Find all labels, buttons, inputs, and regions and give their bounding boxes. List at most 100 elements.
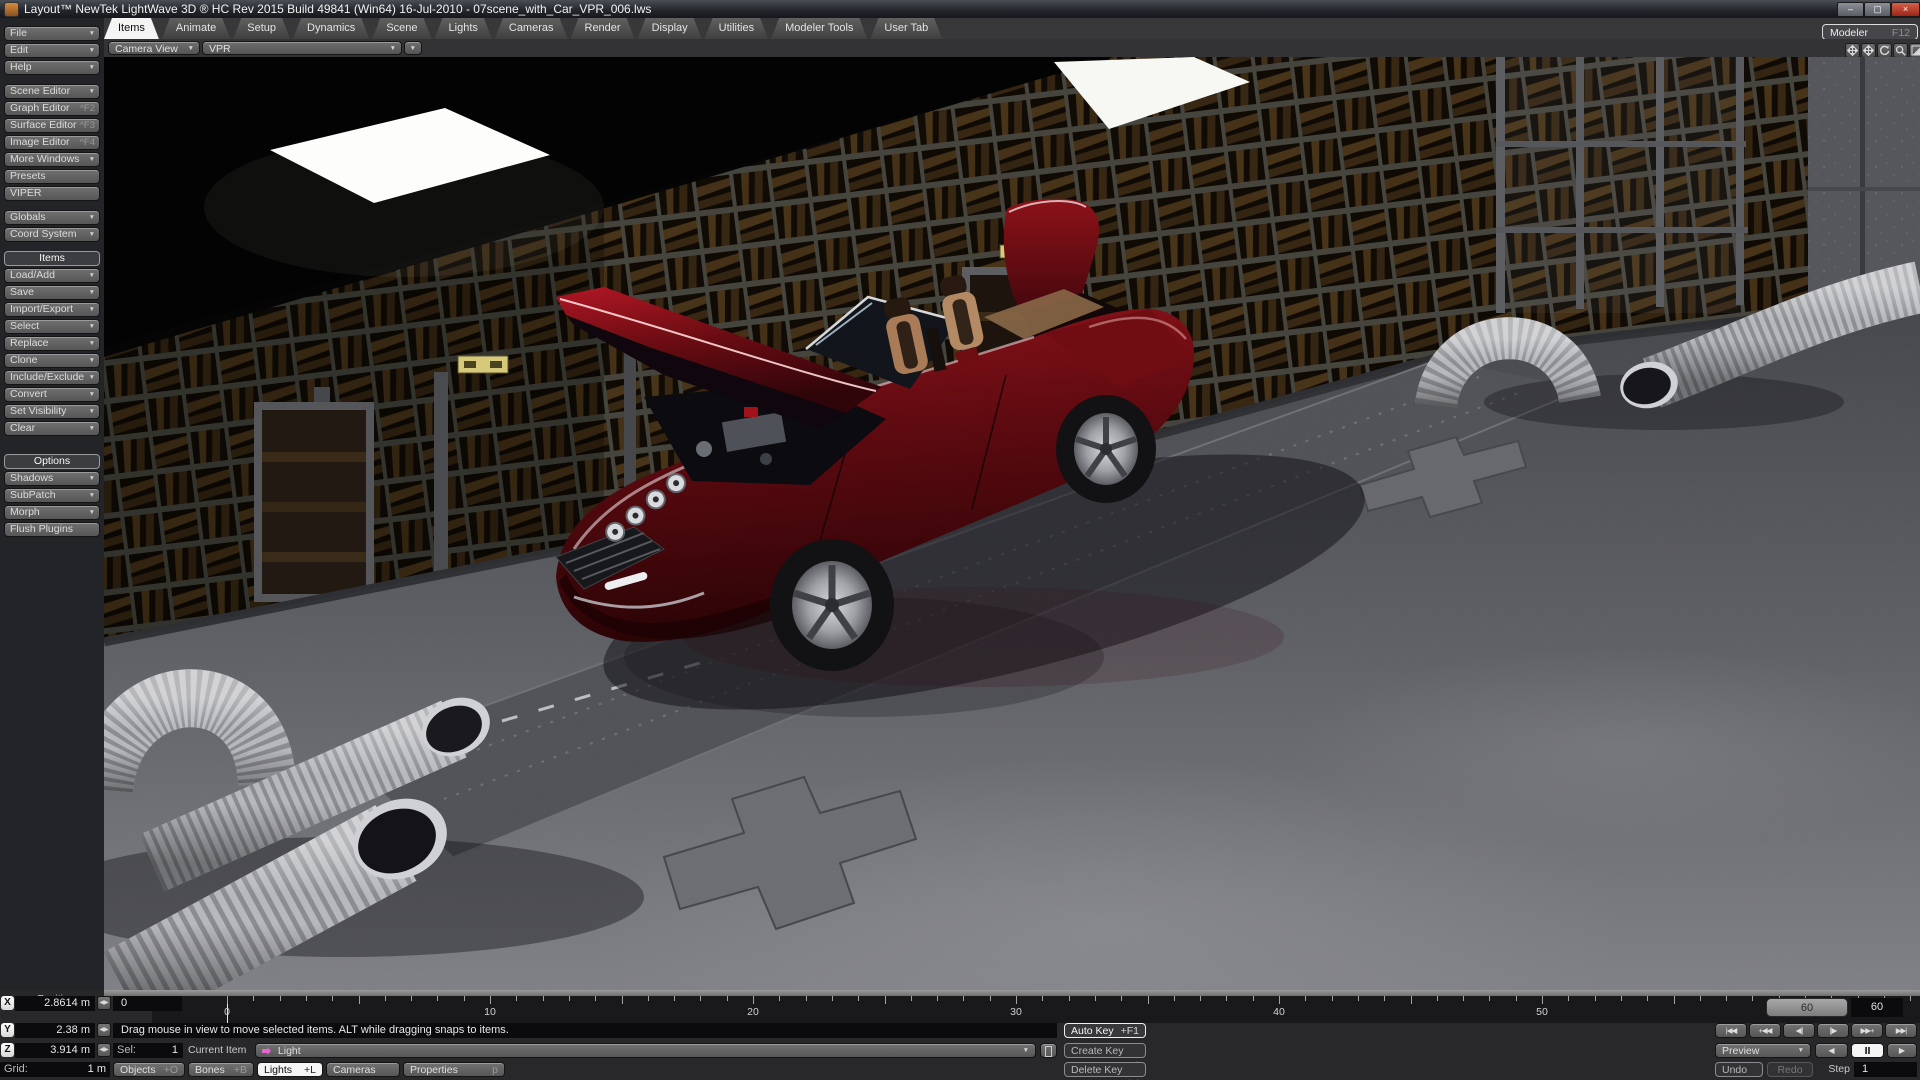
play-backward-button[interactable]: ◀ <box>1815 1043 1848 1058</box>
go-end-button[interactable]: ▶▶| <box>1885 1023 1917 1038</box>
axis-stepper-z[interactable]: ◀▶ <box>97 1043 111 1057</box>
render-options-mini-dropdown[interactable]: ▼ <box>404 41 422 55</box>
axis-stepper-y[interactable]: ◀▶ <box>97 1023 111 1037</box>
modeler-button[interactable]: Modeler F12 <box>1822 24 1918 40</box>
sidebar-item-save[interactable]: Save▼ <box>4 285 100 300</box>
go-start-button[interactable]: |◀◀ <box>1715 1023 1747 1038</box>
prev-frame-button[interactable]: ◀|| <box>1783 1023 1815 1038</box>
sidebar-item-morph[interactable]: Morph▼ <box>4 505 100 520</box>
pan-icon[interactable] <box>1845 43 1860 58</box>
preview-dropdown[interactable]: Preview ▼ <box>1715 1043 1811 1058</box>
sidebar-item-set-visibility[interactable]: Set Visibility▼ <box>4 404 100 419</box>
play-forward-button[interactable]: ▶ <box>1887 1043 1917 1058</box>
tab-scene[interactable]: Scene <box>372 18 431 39</box>
sidebar-item-graph-editor[interactable]: Graph Editor^F2 <box>4 101 100 116</box>
tab-items[interactable]: Items <box>104 18 159 39</box>
ruler-tick-label: 10 <box>475 1006 505 1018</box>
sidebar-item-flush-plugins[interactable]: Flush Plugins <box>4 522 100 537</box>
sidebar-item-edit[interactable]: Edit▼ <box>4 43 100 58</box>
maximize-button[interactable]: ▢ <box>1864 2 1891 17</box>
tab-animate[interactable]: Animate <box>162 18 230 39</box>
axis-value-y[interactable]: 2.38 m <box>15 1023 95 1038</box>
tab-display[interactable]: Display <box>638 18 702 39</box>
sidebar-item-load-add[interactable]: Load/Add▼ <box>4 268 100 283</box>
sidebar-item-shadows[interactable]: Shadows▼ <box>4 471 100 486</box>
tab-dynamics[interactable]: Dynamics <box>293 18 369 39</box>
ruler-tick <box>1568 996 1569 1001</box>
timeline-ruler[interactable]: 0102030405060 <box>152 996 1920 1023</box>
sidebar-item-globals[interactable]: Globals▼ <box>4 210 100 225</box>
sidebar-item-import-export[interactable]: Import/Export▼ <box>4 302 100 317</box>
bones-button[interactable]: Bones+B <box>188 1062 254 1077</box>
sidebar-item-image-editor[interactable]: Image Editor^F4 <box>4 135 100 150</box>
item-info-button[interactable] <box>1040 1043 1057 1058</box>
minimize-button[interactable]: – <box>1837 2 1864 17</box>
key-button-shortcut: +F1 <box>1121 1024 1139 1038</box>
sidebar-item-coord-system[interactable]: Coord System▼ <box>4 227 100 242</box>
axis-value-z[interactable]: 3.914 m <box>15 1043 95 1058</box>
delete-key-button[interactable]: Delete Keydel <box>1064 1062 1146 1077</box>
ruler-tick <box>1516 996 1517 1001</box>
prev-key-button[interactable]: +◀◀ <box>1749 1023 1781 1038</box>
sidebar-item-surface-editor[interactable]: Surface Editor^F3 <box>4 118 100 133</box>
tab-setup[interactable]: Setup <box>233 18 290 39</box>
sidebar-item-scene-editor[interactable]: Scene Editor▼ <box>4 84 100 99</box>
rotate-icon[interactable] <box>1877 43 1892 58</box>
step-field[interactable]: 1 <box>1854 1062 1917 1077</box>
objects-button[interactable]: Objects+O <box>113 1062 185 1077</box>
sidebar-item-clear[interactable]: Clear▼ <box>4 421 100 436</box>
sidebar-group-0: File▼ Edit▼ Help▼ <box>0 26 104 75</box>
cameras-button[interactable]: Cameras+C <box>326 1062 400 1077</box>
tab-user-tab[interactable]: User Tab <box>870 18 942 39</box>
sidebar-item-convert[interactable]: Convert▼ <box>4 387 100 402</box>
sidebar-item-include-exclude[interactable]: Include/Exclude▼ <box>4 370 100 385</box>
tab-cameras[interactable]: Cameras <box>495 18 568 39</box>
dropdown-arrow-icon: ▼ <box>89 320 95 333</box>
zoom-icon[interactable] <box>1893 43 1908 58</box>
tab-utilities[interactable]: Utilities <box>705 18 768 39</box>
sidebar-item-more-windows[interactable]: More Windows▼ <box>4 152 100 167</box>
timeline-slider-thumb[interactable]: 60 <box>1766 998 1848 1017</box>
current-item-dropdown[interactable]: Light ▼ <box>255 1043 1036 1058</box>
tab-render[interactable]: Render <box>571 18 635 39</box>
tab-lights[interactable]: Lights <box>435 18 492 39</box>
viewport[interactable] <box>104 57 1920 990</box>
sidebar-item-viper[interactable]: VIPER <box>4 186 100 201</box>
next-key-button[interactable]: ▶▶+ <box>1851 1023 1883 1038</box>
chevron-down-icon: ▼ <box>1023 1044 1029 1058</box>
close-button[interactable]: × <box>1891 2 1920 17</box>
dropdown-arrow-icon: ▼ <box>89 388 95 401</box>
pause-button[interactable]: II <box>1851 1043 1884 1058</box>
item-type-label: Bones <box>195 1064 225 1076</box>
redo-button[interactable]: Redo <box>1767 1062 1813 1077</box>
axis-value-x[interactable]: 2.8614 m <box>15 996 95 1011</box>
end-frame-field[interactable]: 60 <box>1851 998 1903 1017</box>
tab-modeler-tools[interactable]: Modeler Tools <box>771 18 867 39</box>
item-type-shortcut: p <box>492 1063 498 1077</box>
sidebar-item-subpatch[interactable]: SubPatch▼ <box>4 488 100 503</box>
axis-icon-x: X <box>1 996 14 1010</box>
sidebar-item-presets[interactable]: Presets <box>4 169 100 184</box>
sidebar-item-file[interactable]: File▼ <box>4 26 100 41</box>
view-type-dropdown[interactable]: Camera View ▼ <box>108 41 200 55</box>
properties-button[interactable]: Propertiesp <box>403 1062 505 1077</box>
sidebar-item-replace[interactable]: Replace▼ <box>4 336 100 351</box>
maximize-viewport-icon[interactable] <box>1909 43 1920 58</box>
undo-button[interactable]: Undo u <box>1715 1062 1763 1077</box>
auto-key-button[interactable]: Auto Key+F1 <box>1064 1023 1146 1038</box>
ruler-tick <box>1437 996 1438 1001</box>
next-frame-button[interactable]: ||▶ <box>1817 1023 1849 1038</box>
move-icon[interactable] <box>1861 43 1876 58</box>
ruler-tick <box>622 996 623 1004</box>
sidebar-item-label: Flush Plugins <box>10 523 73 535</box>
axis-stepper-x[interactable]: ◀▶ <box>97 996 111 1010</box>
view-type-value: Camera View <box>115 43 178 55</box>
render-mode-dropdown[interactable]: VPR ▼ <box>202 41 402 55</box>
create-key-button[interactable]: Create Keyret <box>1064 1043 1146 1058</box>
chevron-down-icon: ▼ <box>390 42 396 56</box>
lights-button[interactable]: Lights+L <box>257 1062 323 1077</box>
sidebar-item-select[interactable]: Select▼ <box>4 319 100 334</box>
sidebar-item-clone[interactable]: Clone▼ <box>4 353 100 368</box>
sidebar-item-help[interactable]: Help▼ <box>4 60 100 75</box>
current-frame-field[interactable]: 0 <box>113 996 182 1011</box>
